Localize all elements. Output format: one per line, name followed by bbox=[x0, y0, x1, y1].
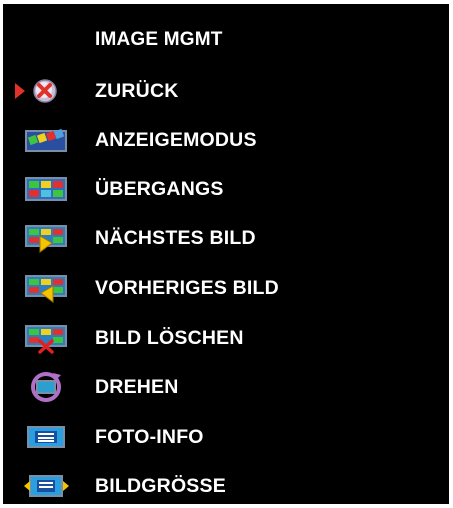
menu-item-label: VORHERIGES BILD bbox=[95, 277, 279, 299]
menu-item-label: ANZEIGEMODUS bbox=[95, 129, 257, 151]
rotate-icon bbox=[23, 371, 71, 403]
menu-item-label: NÄCHSTES BILD bbox=[95, 227, 256, 249]
next-image-icon bbox=[23, 222, 71, 254]
transition-icon bbox=[23, 173, 71, 205]
menu-item-label: DREHEN bbox=[95, 376, 179, 398]
photo-info-icon bbox=[23, 421, 71, 453]
menu-item-label: FOTO-INFO bbox=[95, 426, 204, 448]
menu-item-previous-image[interactable]: VORHERIGES BILD bbox=[3, 268, 449, 308]
menu-item-transition[interactable]: ÜBERGANGS bbox=[3, 169, 449, 209]
menu-item-next-image[interactable]: NÄCHSTES BILD bbox=[3, 218, 449, 258]
image-mgmt-menu: IMAGE MGMT ZURÜCK ANZEIGEMODUS ÜBERGANGS… bbox=[3, 4, 449, 504]
menu-item-display-mode[interactable]: ANZEIGEMODUS bbox=[3, 120, 449, 160]
previous-image-icon bbox=[23, 272, 71, 304]
menu-item-back[interactable]: ZURÜCK bbox=[3, 71, 449, 111]
back-x-icon bbox=[23, 75, 71, 107]
menu-item-rotate[interactable]: DREHEN bbox=[3, 367, 449, 407]
menu-item-photo-info[interactable]: FOTO-INFO bbox=[3, 417, 449, 457]
menu-item-label: BILDGRÖSSE bbox=[95, 475, 226, 497]
delete-image-icon bbox=[23, 322, 71, 354]
menu-item-image-size[interactable]: BILDGRÖSSE bbox=[3, 466, 449, 506]
menu-item-label: BILD LÖSCHEN bbox=[95, 327, 244, 349]
menu-item-delete-image[interactable]: BILD LÖSCHEN bbox=[3, 318, 449, 358]
menu-title: IMAGE MGMT bbox=[95, 29, 223, 50]
image-size-icon bbox=[23, 470, 71, 502]
menu-item-label: ZURÜCK bbox=[95, 80, 179, 102]
menu-item-label: ÜBERGANGS bbox=[95, 178, 224, 200]
display-mode-icon bbox=[23, 124, 71, 156]
